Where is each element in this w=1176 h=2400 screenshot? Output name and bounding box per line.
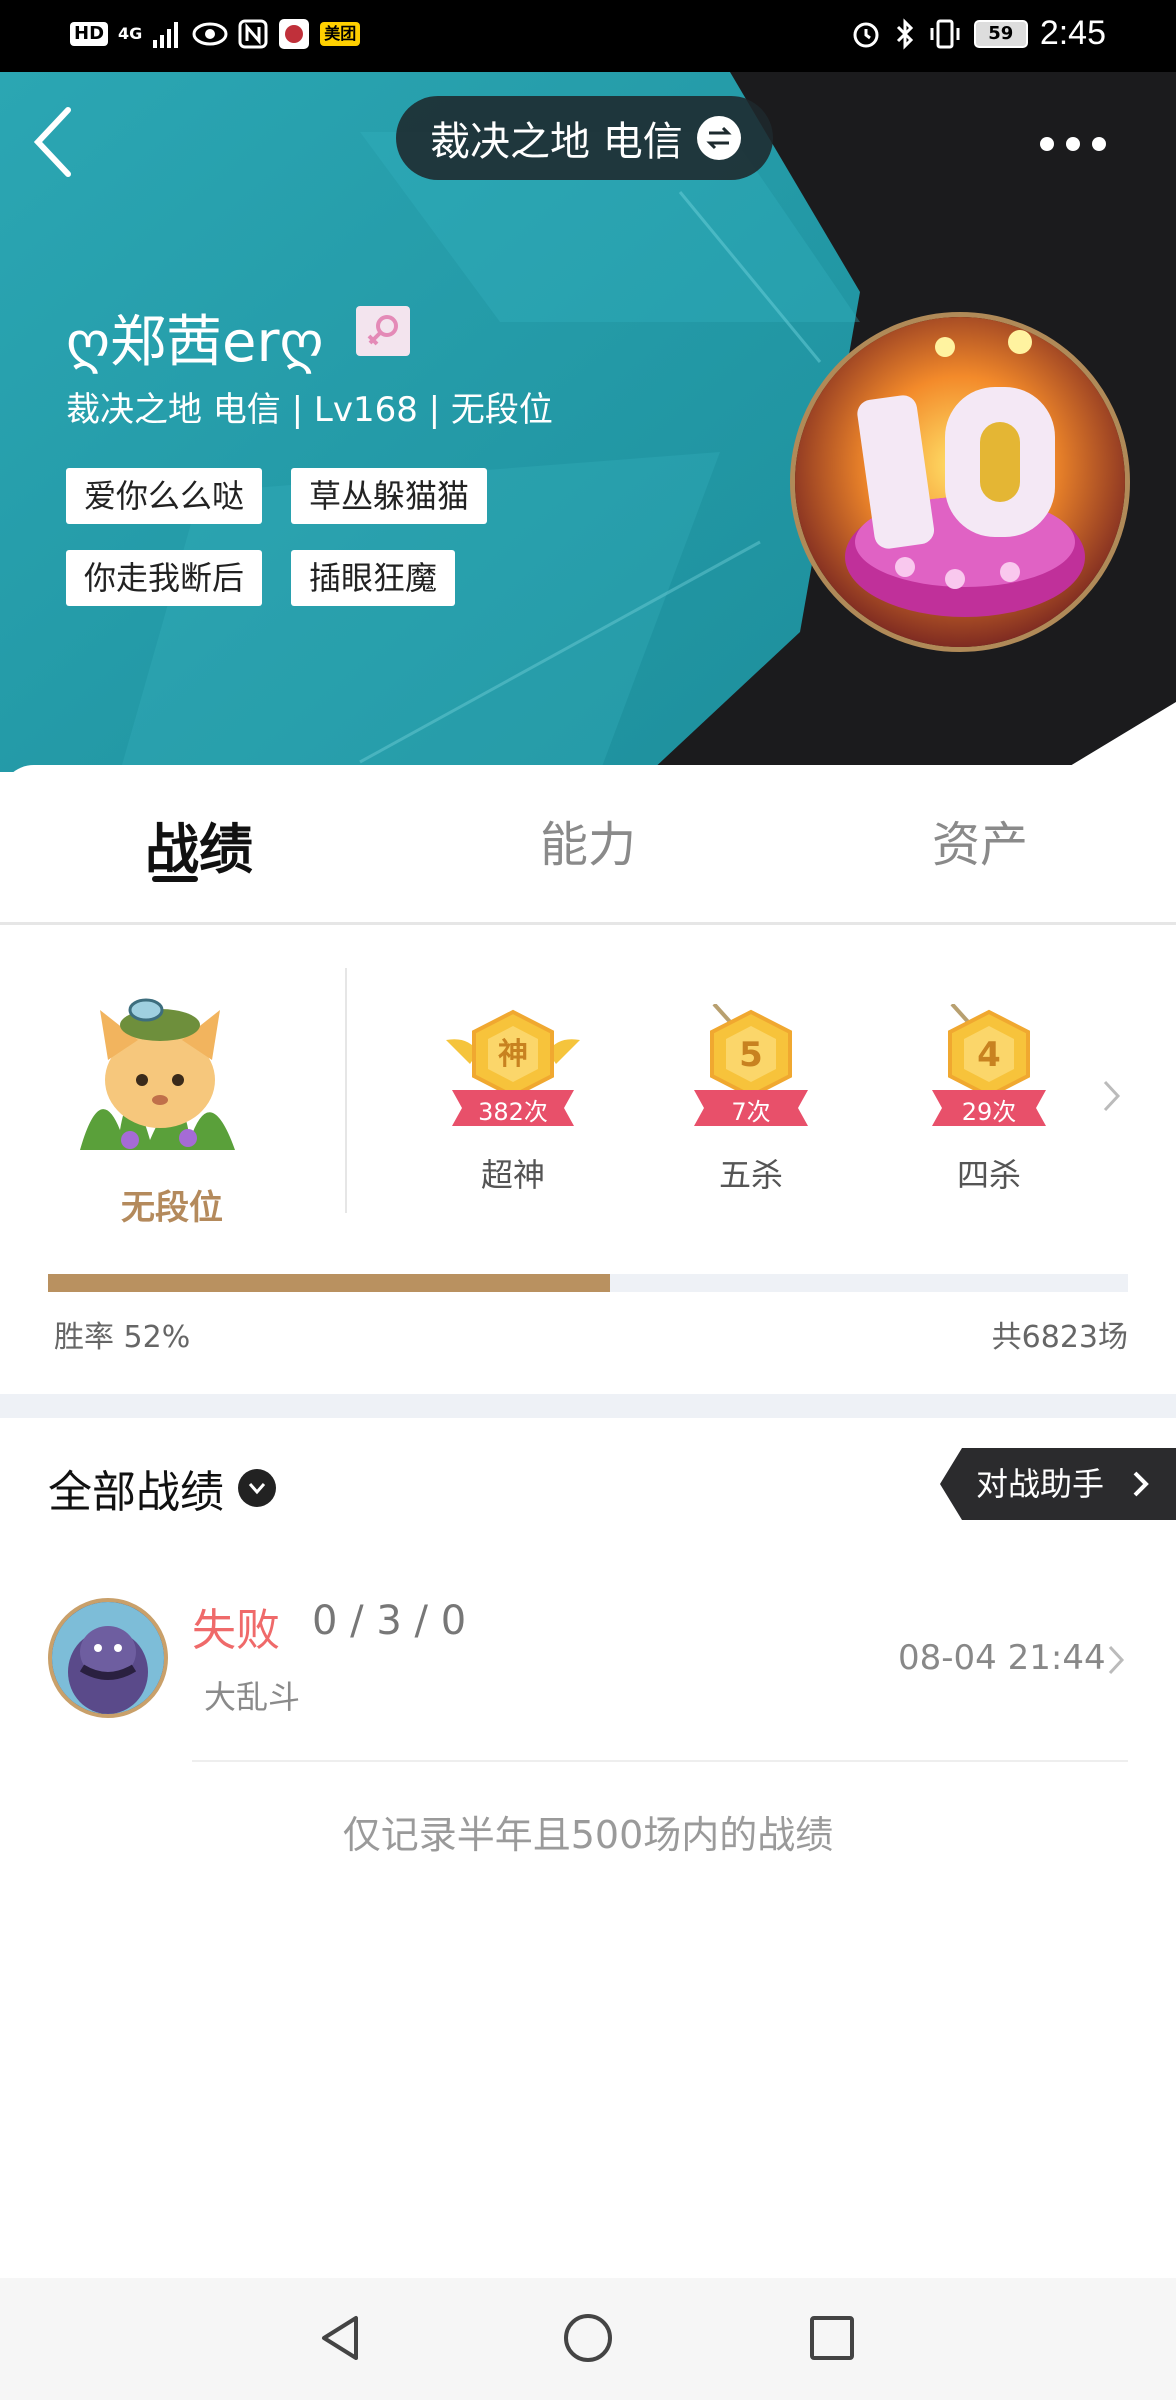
- teemo-icon: [80, 998, 235, 1150]
- badge-count: 382次: [478, 1098, 548, 1126]
- badge-label: 五杀: [718, 1156, 783, 1194]
- recents-icon[interactable]: [802, 2308, 862, 2368]
- win-rate-bar: [48, 1274, 1128, 1292]
- chevron-down-icon: [238, 1469, 276, 1507]
- chevron-right-icon: [1108, 1645, 1125, 1675]
- eye-icon: [192, 22, 228, 46]
- chevron-right-icon: [1133, 1471, 1149, 1497]
- home-icon[interactable]: [558, 2308, 618, 2368]
- app-icon: [279, 19, 310, 49]
- badge-glyph: 神: [498, 1037, 528, 1072]
- champion-avatar: [48, 1598, 168, 1718]
- badge-count: 29次: [961, 1098, 1017, 1126]
- player-subinfo: 裁决之地 电信 | Lv168 | 无段位: [66, 390, 553, 430]
- total-games: 共6823场: [991, 1320, 1128, 1355]
- player-nickname: ღ郑茜erღ: [66, 310, 324, 375]
- champion-portrait-icon: [52, 1602, 164, 1714]
- badge-quadrakill[interactable]: 4 29次 四杀: [914, 1002, 1064, 1204]
- badge-label: 超神: [480, 1156, 545, 1194]
- match-mode: 大乱斗: [204, 1678, 301, 1716]
- status-left-icons: HD 4G 美团: [70, 18, 361, 50]
- dot-icon: [1040, 137, 1054, 151]
- meituan-icon: 美团: [320, 22, 361, 46]
- badge-label: 四杀: [956, 1156, 1021, 1194]
- rank-label: 无段位: [121, 1188, 223, 1228]
- tab-assets[interactable]: 资产: [932, 805, 1028, 875]
- vibrate-icon: [930, 19, 960, 48]
- match-time: 08-04 21:44: [898, 1638, 1106, 1678]
- hd-icon: HD: [70, 22, 109, 46]
- win-rate-bar-fill: [48, 1274, 610, 1292]
- divider: [345, 968, 347, 1213]
- section-separator: [0, 1394, 1176, 1418]
- battle-assistant-button[interactable]: 对战助手: [940, 1448, 1176, 1520]
- back-icon[interactable]: [312, 2308, 372, 2368]
- tab-record[interactable]: 战绩: [145, 805, 253, 884]
- dot-icon: [1092, 137, 1106, 151]
- nfc-icon: [238, 19, 268, 49]
- tag-item: 爱你么么哒: [66, 468, 263, 524]
- system-nav-bar: [0, 2278, 1176, 2400]
- battery-indicator: 59: [973, 19, 1028, 48]
- signal-icon: [153, 22, 179, 48]
- bluetooth-icon: [896, 17, 913, 50]
- app-screen: HD 4G 美团 59 2:45 裁决之地 电信 ღ郑茜erღ 裁决之地 电信 …: [0, 0, 1176, 2400]
- badge-count: 7次: [731, 1098, 771, 1126]
- cake-icon: [795, 317, 1125, 647]
- switch-icon: [696, 116, 741, 160]
- clock: 2:45: [1039, 14, 1106, 52]
- tab-ability[interactable]: 能力: [540, 805, 636, 875]
- divider: [192, 1760, 1128, 1762]
- profile-header: 裁决之地 电信 ღ郑茜erღ 裁决之地 电信 | Lv168 | 无段位 爱你么…: [0, 72, 1176, 772]
- battle-assistant-label: 对战助手: [976, 1465, 1105, 1503]
- alarm-icon: [853, 22, 879, 47]
- player-avatar[interactable]: [790, 312, 1130, 652]
- status-bar: HD 4G 美团 59 2:45: [0, 0, 1176, 72]
- record-note: 仅记录半年且500场内的战绩: [342, 1813, 834, 1857]
- tab-bar: 战绩 能力 资产: [0, 765, 1176, 925]
- network-4g-icon: 4G: [118, 24, 143, 43]
- match-kda: 0 / 3 / 0: [312, 1598, 467, 1644]
- match-result: 失败: [192, 1605, 280, 1656]
- win-rate-label: 胜率 52%: [54, 1320, 191, 1355]
- tab-active-indicator: [152, 876, 198, 882]
- server-name: 裁决之地 电信: [430, 119, 683, 165]
- section-title-text: 全部战绩: [48, 1467, 224, 1518]
- badge-pentakill[interactable]: 5 7次 五杀: [676, 1002, 826, 1204]
- badge-legendary[interactable]: 神 382次 超神: [438, 1004, 588, 1204]
- tag-item: 你走我断后: [66, 550, 263, 606]
- match-filter-dropdown[interactable]: 全部战绩: [48, 1456, 276, 1520]
- badge-glyph: 5: [739, 1035, 763, 1075]
- tag-item: 插眼狂魔: [291, 550, 456, 606]
- dot-icon: [1066, 137, 1080, 151]
- female-icon: [356, 306, 410, 356]
- back-button[interactable]: [28, 102, 88, 182]
- tag-item: 草丛躲猫猫: [291, 468, 488, 524]
- server-switch-button[interactable]: 裁决之地 电信: [396, 96, 773, 180]
- chevron-left-icon: [33, 107, 71, 177]
- more-menu-button[interactable]: [1040, 124, 1120, 164]
- chevron-right-icon[interactable]: [1100, 1076, 1124, 1116]
- badge-glyph: 4: [977, 1035, 1001, 1075]
- status-right-icons: 59 2:45: [850, 14, 1106, 53]
